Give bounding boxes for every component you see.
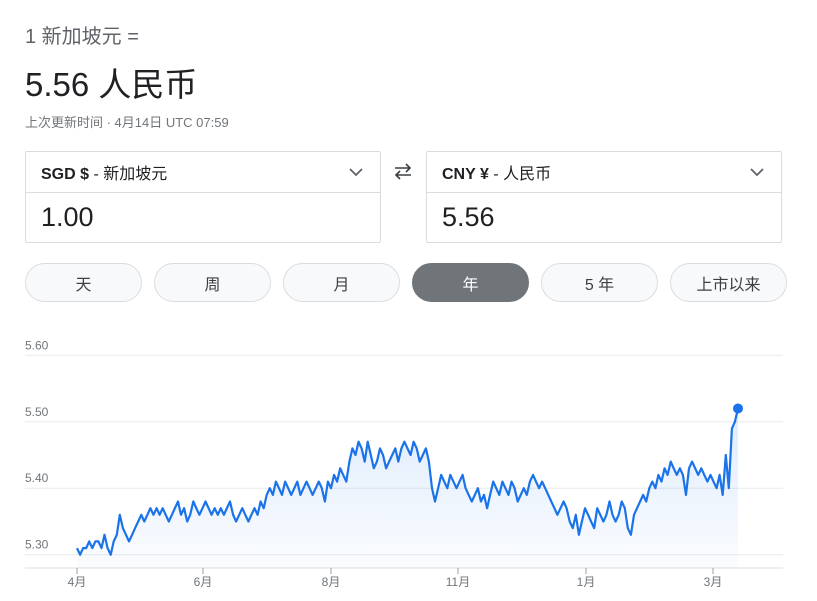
to-amount-input[interactable]: 5.56 <box>427 193 781 242</box>
x-tick-label: 1月 <box>577 575 596 589</box>
x-axis: 4月 6月 8月 11月 1月 3月 <box>68 568 723 589</box>
y-tick-label: 5.40 <box>25 471 49 485</box>
to-currency-select[interactable]: CNY ¥ - 人民币 <box>427 152 781 193</box>
exchange-rate-chart[interactable]: 5.30 5.40 5.50 5.60 4月 6月 8月 11月 1月 3月 <box>0 330 817 601</box>
x-tick-label: 6月 <box>194 575 213 589</box>
y-axis: 5.30 5.40 5.50 5.60 <box>25 338 49 551</box>
latest-point <box>733 403 743 414</box>
last-updated-label: 上次更新时间 · 4月14日 UTC 07:59 <box>25 115 229 130</box>
from-currency-panel: SGD $ - 新加坡元 1.00 <box>25 151 381 243</box>
from-currency-label: SGD $ - 新加坡元 <box>41 160 167 184</box>
chevron-down-icon <box>349 168 363 177</box>
to-currency-separator: - <box>488 166 504 183</box>
to-currency-code: CNY ¥ <box>442 166 489 183</box>
x-tick-label: 11月 <box>446 575 470 589</box>
x-tick-label: 4月 <box>68 575 87 589</box>
tab-day[interactable]: 天 <box>25 263 142 302</box>
time-range-tabs: 天 周 月 年 5 年 上市以来 <box>25 263 787 302</box>
x-tick-label: 8月 <box>322 575 341 589</box>
tab-all-time[interactable]: 上市以来 <box>670 263 787 302</box>
x-tick-label: 3月 <box>704 575 723 589</box>
tab-month[interactable]: 月 <box>283 263 400 302</box>
swap-arrows-icon[interactable] <box>392 160 414 182</box>
from-amount-input[interactable]: 1.00 <box>26 193 380 242</box>
from-amount-label: 1 新加坡元 = <box>25 26 139 48</box>
y-tick-label: 5.30 <box>25 538 49 552</box>
tab-year[interactable]: 年 <box>412 263 529 302</box>
to-currency-panel: CNY ¥ - 人民币 5.56 <box>426 151 782 243</box>
from-currency-select[interactable]: SGD $ - 新加坡元 <box>26 152 380 193</box>
chevron-down-icon <box>750 168 764 177</box>
to-currency-label: CNY ¥ - 人民币 <box>442 160 551 184</box>
tab-week[interactable]: 周 <box>154 263 271 302</box>
converted-amount-title: 5.56 人民币 <box>25 66 198 103</box>
from-currency-name: 新加坡元 <box>103 166 168 183</box>
y-tick-label: 5.50 <box>25 405 49 419</box>
from-currency-code: SGD $ <box>41 166 90 183</box>
from-currency-separator: - <box>89 166 104 183</box>
tab-5-years[interactable]: 5 年 <box>541 263 658 302</box>
to-currency-name: 人民币 <box>503 166 552 183</box>
y-tick-label: 5.60 <box>25 338 49 352</box>
